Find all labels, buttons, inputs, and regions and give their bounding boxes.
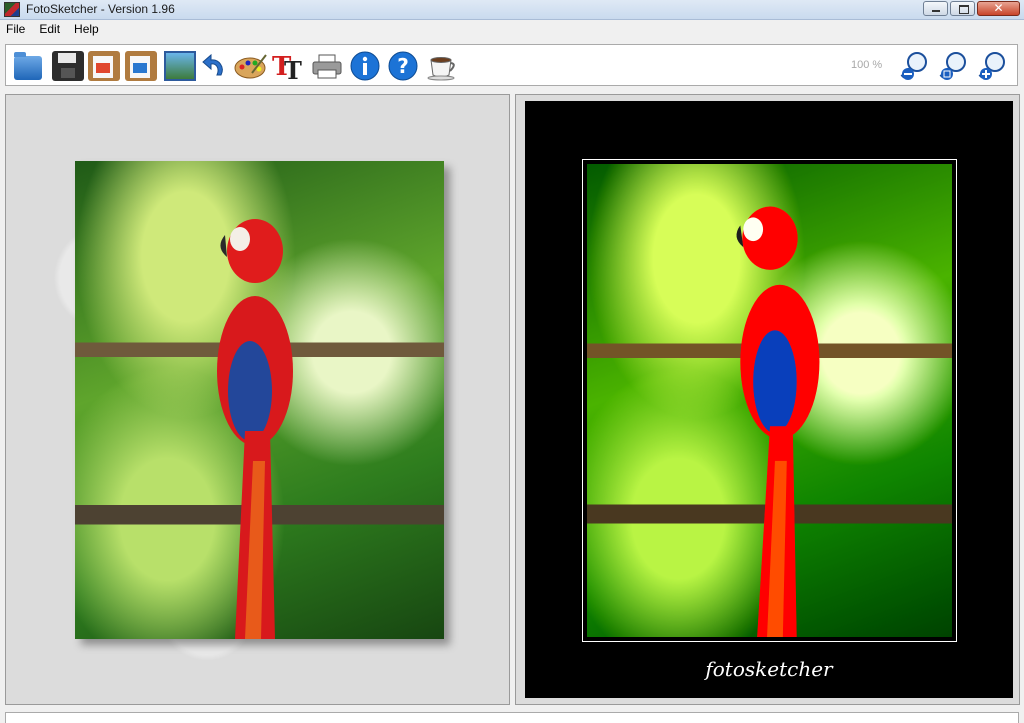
minimize-button[interactable]: [923, 1, 948, 16]
coffee-cup-icon[interactable]: [426, 51, 458, 81]
sketch-parrot-image: [587, 164, 952, 637]
window-controls: ✕: [923, 1, 1020, 16]
svg-text:?: ?: [397, 54, 409, 78]
palette-icon[interactable]: [234, 51, 267, 81]
zoom-level-label: 100 %: [851, 59, 883, 71]
toolbar: TT ? 100 %: [5, 44, 1018, 86]
undo-arrow-icon[interactable]: [201, 51, 227, 81]
result-image-panel[interactable]: fotosketcher: [515, 94, 1020, 705]
parrot-illustration: [217, 219, 293, 639]
maximize-icon: [959, 5, 969, 14]
menu-file[interactable]: File: [0, 20, 32, 39]
menu-bar: File Edit Help: [0, 20, 1024, 39]
status-bar: [5, 712, 1019, 723]
sketch-frame: fotosketcher: [525, 101, 1013, 698]
paste-clipboard-icon[interactable]: [125, 51, 157, 81]
image-edit-icon[interactable]: [164, 51, 196, 81]
original-parrot-photo: [75, 161, 444, 639]
zoom-in-icon[interactable]: [977, 51, 1009, 81]
save-disk-icon[interactable]: [52, 51, 84, 81]
open-folder-icon[interactable]: [14, 52, 42, 80]
fotosketcher-signature: fotosketcher: [705, 657, 833, 681]
app-icon: [4, 2, 20, 17]
copy-clipboard-icon[interactable]: [88, 51, 120, 81]
help-icon[interactable]: ?: [387, 51, 419, 81]
svg-text:T: T: [284, 56, 302, 81]
menu-help[interactable]: Help: [67, 20, 106, 39]
menu-edit[interactable]: Edit: [32, 20, 67, 39]
info-icon[interactable]: [349, 51, 381, 81]
maximize-button[interactable]: [950, 1, 975, 16]
sketch-inner-border: [582, 159, 957, 642]
zoom-reset-icon[interactable]: [938, 51, 970, 81]
minimize-icon: [932, 10, 940, 12]
zoom-out-icon[interactable]: [899, 51, 931, 81]
close-button[interactable]: ✕: [977, 1, 1020, 16]
parrot-sketch-illustration: [736, 206, 820, 637]
window-title: FotoSketcher - Version 1.96: [26, 2, 175, 16]
original-image-panel[interactable]: [5, 94, 510, 705]
printer-icon[interactable]: [311, 51, 343, 81]
title-bar[interactable]: FotoSketcher - Version 1.96 ✕: [0, 0, 1024, 20]
close-icon: ✕: [993, 1, 1004, 15]
text-icon[interactable]: TT: [272, 51, 304, 81]
